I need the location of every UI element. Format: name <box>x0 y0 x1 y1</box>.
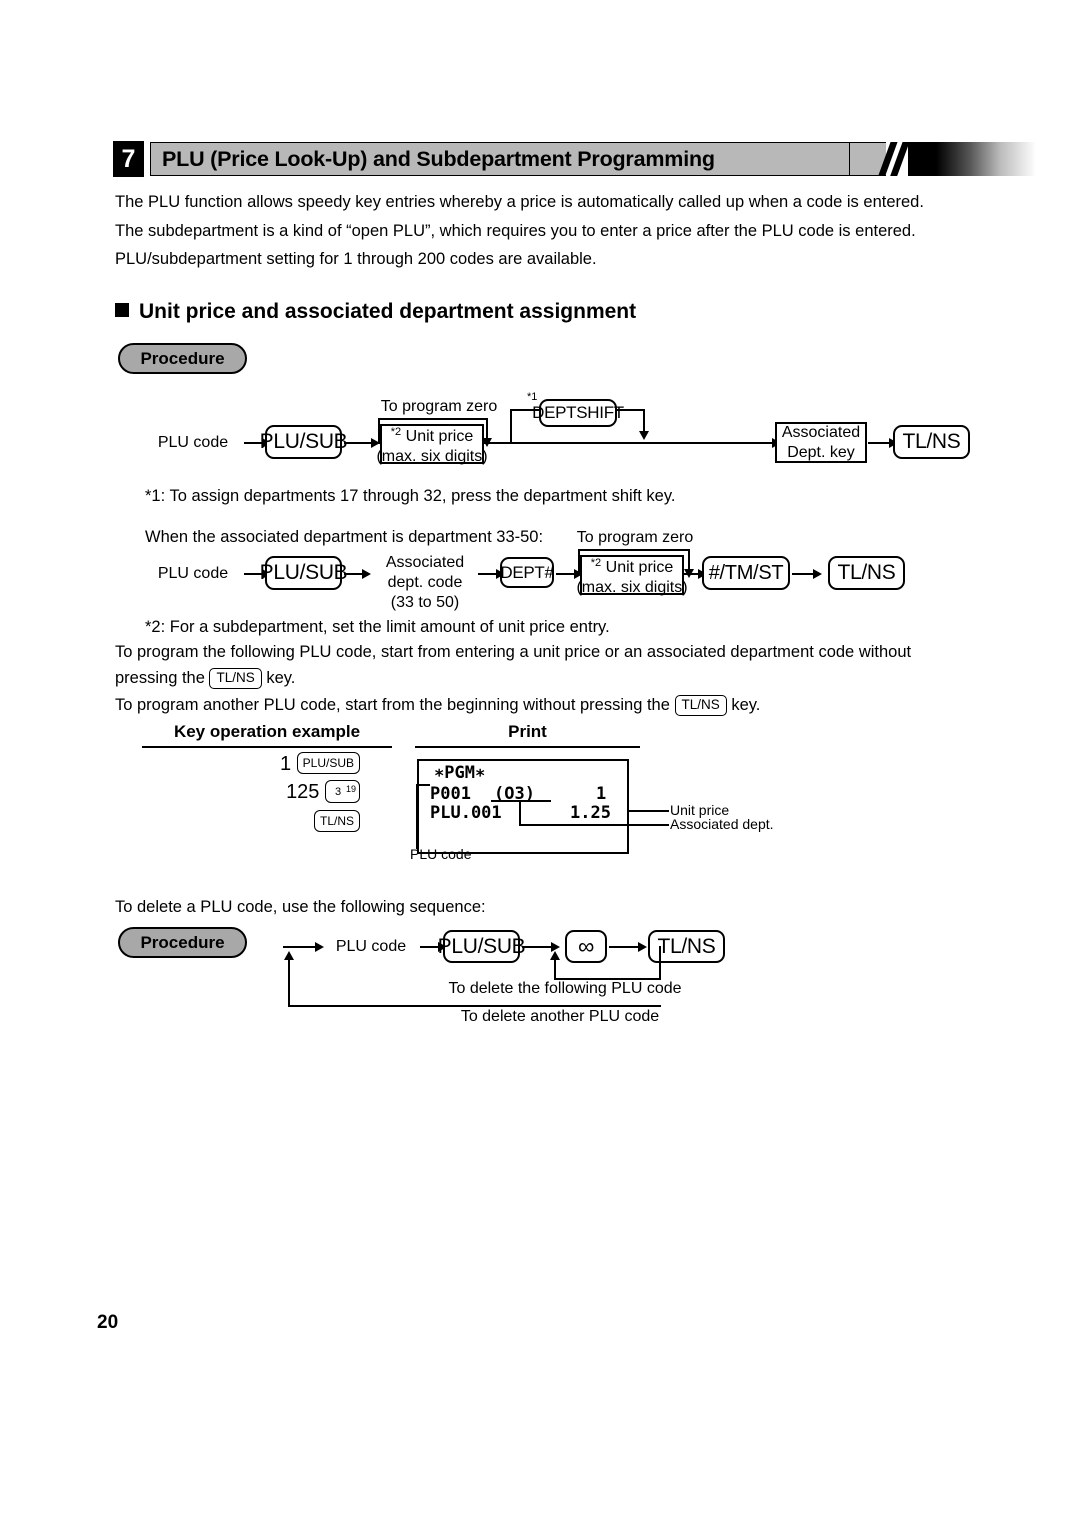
keyop-row-1: 1 PLU/SUB <box>200 752 360 776</box>
delete-loop-another-label: To delete another PLU code <box>460 1008 660 1025</box>
arrow-icon <box>639 431 649 440</box>
diagram1-unit-price-footnote: *2 <box>390 425 402 438</box>
program-following-text-line2: pressing the TL/NS key. <box>115 664 295 692</box>
diagram1-tlns-key: TL/NS <box>893 425 970 459</box>
inline-tlns-key-2[interactable]: TL/NS <box>674 695 727 716</box>
header-rule-left <box>142 746 392 748</box>
diagram1-unit-price-line2: (max. six digits) <box>376 447 488 465</box>
arrow-icon <box>284 951 294 960</box>
diagram2-associated-code-line2: dept. code <box>387 574 463 591</box>
diagram2-unit-price-line1: Unit price <box>605 558 674 576</box>
diagram1-plu-sub-key: PLU/SUB <box>260 425 348 459</box>
header-decoration <box>850 142 1036 176</box>
intro-line-1: The PLU function allows speedy key entri… <box>115 193 924 211</box>
delete-plu-sub-key[interactable]: PLU/SUB <box>438 930 526 963</box>
diagram2-dept-hash-key: DEPT# <box>500 557 554 588</box>
arrow-icon <box>813 569 822 579</box>
diagram2-associated-code-line3: (33 to 50) <box>390 594 460 611</box>
page-title: PLU (Price Look-Up) and Subdepartment Pr… <box>162 147 715 171</box>
diagram1-unit-price-line1: Unit price <box>405 427 474 445</box>
receipt-dept-underline <box>491 800 551 802</box>
dept-33-50-intro: When the associated department is depart… <box>145 528 544 546</box>
diagram2-plu-code-label: PLU code <box>157 565 229 582</box>
key-word-label-2: key. <box>731 696 761 714</box>
keyop-row-3: TL/NS <box>200 810 360 834</box>
header-rule-right <box>415 746 640 748</box>
keyop-row-2: 125 3 19 <box>200 780 360 804</box>
callout-line-plu-horz <box>416 784 430 786</box>
section-header: 7 PLU (Price Look-Up) and Subdepartment … <box>113 141 1036 179</box>
keyop-row-1-value: 1 <box>279 753 292 775</box>
receipt-unit-price-value: 1.25 <box>570 803 611 823</box>
program-following-text-line1: To program the following PLU code, start… <box>115 643 912 661</box>
keyop-row-3-key[interactable]: TL/NS <box>313 810 360 832</box>
program-another-prefix: To program another PLU code, start from … <box>115 696 670 714</box>
diagram2-to-program-zero-label: To program zero <box>576 529 694 546</box>
subsection-heading-label: Unit price and associated department ass… <box>139 300 637 323</box>
diagram2-associated-code-line1: Associated <box>385 554 465 571</box>
diagram1-unit-price-box: *2 Unit price (max. six digits) <box>376 424 488 465</box>
diagram1-plu-code-label: PLU code <box>157 434 229 451</box>
callout-line-unit-price <box>629 810 669 812</box>
keyop-row-1-key[interactable]: PLU/SUB <box>296 752 360 774</box>
receipt-dept-number: 1 <box>596 784 607 804</box>
keyop-row-2-key[interactable]: 3 19 <box>325 780 360 803</box>
diagram2-tlns-key: TL/NS <box>828 556 905 590</box>
receipt-dept-value: (O3) <box>494 784 535 804</box>
procedure-badge-2: Procedure <box>118 927 247 958</box>
callout-plu-code: PLU code <box>410 846 472 862</box>
key-word-label-1: key. <box>266 669 296 687</box>
intro-line-2: The subdepartment is a kind of “open PLU… <box>115 221 916 240</box>
diagram2-unit-price-box: *2 Unit price (max. six digits) <box>576 555 688 596</box>
callout-line-dept-vert <box>519 800 521 825</box>
print-header: Print <box>508 722 547 741</box>
arrow-icon <box>315 942 324 952</box>
diagram1-associated-dept-box: Associated Dept. key <box>775 422 867 463</box>
diagram1-deptshift-key: DEPTSHIFT <box>532 399 624 427</box>
diagram2-unit-price-line2: (max. six digits) <box>576 578 688 596</box>
procedure-badge-1: Procedure <box>118 343 247 374</box>
keyop-row-2-key-sup: 19 <box>345 784 356 794</box>
intro-paragraph: The PLU function allows speedy key entri… <box>115 188 945 274</box>
receipt-plu-label: PLU.001 <box>430 803 502 823</box>
diagram1-to-program-zero-label: To program zero <box>380 398 498 415</box>
delete-plu-code-label: PLU code <box>335 938 407 955</box>
program-another-text: To program another PLU code, start from … <box>115 691 760 719</box>
diagram2-plu-sub-key: PLU/SUB <box>260 556 348 590</box>
page-number: 20 <box>97 1312 119 1333</box>
inline-tlns-key-1[interactable]: TL/NS <box>209 668 262 689</box>
diagram2-associated-code-box: Associated dept. code (33 to 50) <box>375 553 475 613</box>
arrow-icon <box>550 951 560 960</box>
manual-page: 7 PLU (Price Look-Up) and Subdepartment … <box>0 0 1080 1528</box>
diagram1-associated-dept-line2: Dept. key <box>787 443 855 461</box>
keyop-row-2-value: 125 <box>286 781 320 803</box>
keyop-row-2-key-main: 3 <box>334 786 342 798</box>
arrow-icon <box>362 569 371 579</box>
pressing-the-label: pressing the <box>115 669 205 687</box>
footnote-1: *1: To assign departments 17 through 32,… <box>145 487 676 505</box>
callout-line-plu-vert <box>416 784 418 849</box>
receipt-line-2: P001 <box>430 784 471 805</box>
callout-associated-dept: Associated dept. <box>670 816 774 832</box>
intro-line-3: PLU/subdepartment setting for 1 through … <box>115 250 597 268</box>
receipt-title: ∗PGM∗ <box>434 763 486 783</box>
diagram2-unit-price-footnote: *2 <box>590 556 602 569</box>
subsection-heading: Unit price and associated department ass… <box>115 300 636 324</box>
delete-infinity-key[interactable]: ∞ <box>565 930 607 963</box>
arrow-icon <box>638 942 647 952</box>
diagram1-associated-dept-line1: Associated <box>781 423 861 441</box>
delete-loop-following-label: To delete the following PLU code <box>448 980 682 997</box>
key-operation-example-header: Key operation example <box>173 722 361 741</box>
diagram2-tmst-key: #/TM/ST <box>702 556 790 590</box>
callout-line-dept-horz <box>519 824 669 826</box>
footnote-2: *2: For a subdepartment, set the limit a… <box>145 618 610 636</box>
delete-intro-text: To delete a PLU code, use the following … <box>115 898 486 916</box>
section-number: 7 <box>113 141 144 177</box>
bullet-square-icon <box>115 303 129 317</box>
receipt-plu-code-value: P001 <box>430 784 471 804</box>
